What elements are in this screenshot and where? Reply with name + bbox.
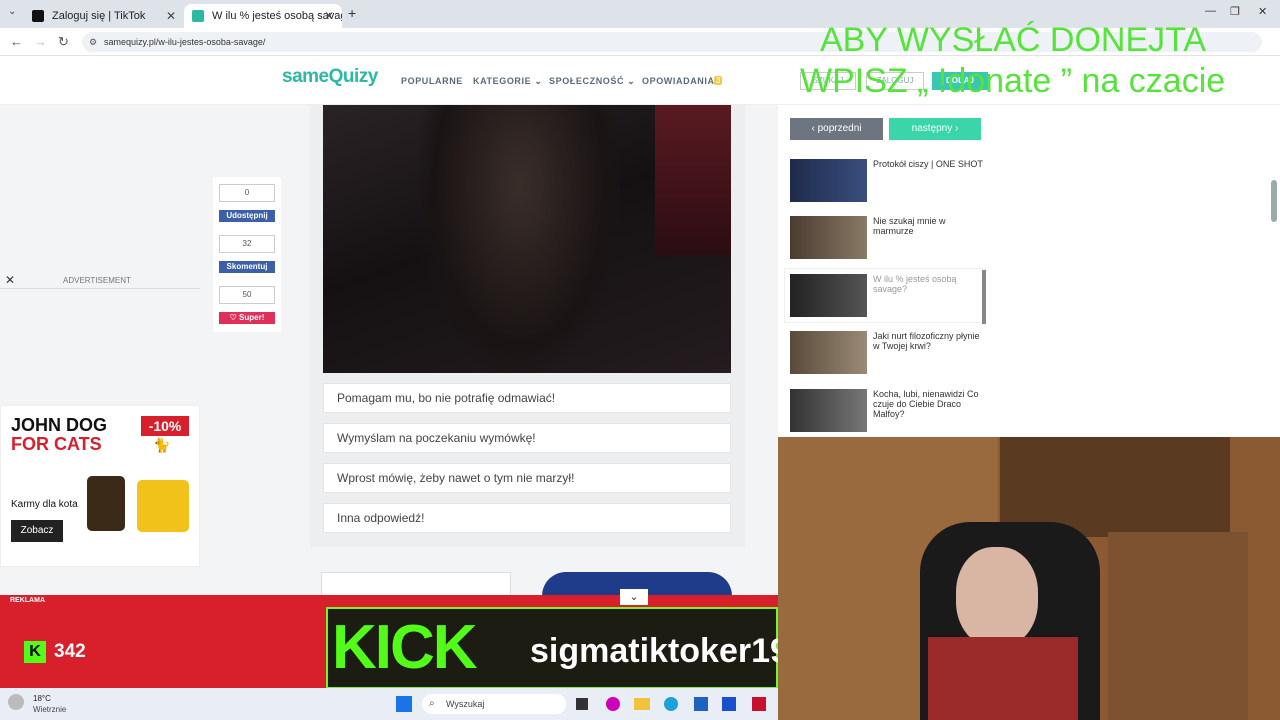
maximize-icon[interactable]: ❐ <box>1230 5 1240 18</box>
menu-item-popularne[interactable]: POPULARNE <box>401 76 463 86</box>
menu-item-opowiadania[interactable]: OPOWIADANIA <box>642 76 715 86</box>
streamer-shirt <box>928 637 1078 720</box>
sidebar-item-5[interactable]: Kocha, lubi, nienawidzi Co czuje do Cieb… <box>873 389 983 419</box>
prev-label: poprzedni <box>817 123 862 134</box>
windows-taskbar <box>0 688 778 720</box>
donate-overlay-line2: WPISZ „ !donate ” na czacie <box>800 62 1226 100</box>
close-tab-icon[interactable]: ✕ <box>324 4 334 28</box>
site-logo[interactable]: sameQuizy <box>282 66 378 88</box>
kick-k-icon: K <box>24 641 46 663</box>
sidebar-item-3[interactable]: W ilu % jesteś osobą savage? <box>873 274 983 294</box>
ad-product-jar-2 <box>137 480 189 532</box>
opowiadania-badge: 3 <box>714 76 723 85</box>
comment-button[interactable]: Skomentuj <box>219 261 275 273</box>
ad-discount-badge: -10% <box>141 416 189 436</box>
answer-option-2[interactable]: Wymyślam na poczekaniu wymówkę! <box>323 423 731 453</box>
next-quiz-button[interactable]: następny › <box>889 118 981 140</box>
sidebar-thumb-3[interactable] <box>790 274 867 317</box>
copilot-icon[interactable] <box>606 697 620 711</box>
question-photo-figure <box>420 105 620 373</box>
tiktok-favicon-icon <box>32 10 44 22</box>
sidebar-item-1[interactable]: Protokół ciszy | ONE SHOT <box>873 159 983 169</box>
answer-option-3[interactable]: Wprost mówię, żeby nawet o tym nie marzy… <box>323 463 731 493</box>
next-label: następny <box>911 123 953 134</box>
sidebar-thumb-5[interactable] <box>790 389 867 432</box>
sidebar-item-2[interactable]: Nie szukaj mnie w marmurze <box>873 216 983 236</box>
close-window-icon[interactable]: ✕ <box>1258 5 1267 18</box>
tab-title: W ilu % jesteś osobą savage? | s... <box>212 10 342 22</box>
answer-option-4[interactable]: Inna odpowiedź! <box>323 503 731 533</box>
taskbar-search-placeholder: Wyszukaj <box>446 699 485 709</box>
ad-divider <box>0 288 200 289</box>
cat-icon: 🐈 <box>153 437 171 453</box>
right-background <box>998 105 1280 437</box>
taskbar-search-input[interactable]: ⌕ Wyszukaj <box>422 694 566 714</box>
ad-product-jar-1 <box>87 476 125 531</box>
ad-brand-line1: JOHN DOG <box>11 415 108 435</box>
page-scrollbar[interactable] <box>1271 180 1277 222</box>
menu-item-kategorie[interactable]: KATEGORIE ⌄ <box>473 76 542 87</box>
sidebar-item-4[interactable]: Jaki nurt filozoficzny płynie w Twojej k… <box>873 331 983 351</box>
tab-title: Zaloguj się | TikTok <box>52 10 146 22</box>
tab-samequizy[interactable]: W ilu % jesteś osobą savage? | s... ✕ <box>184 4 342 28</box>
ad-tagline: Karmy dla kota <box>11 499 78 510</box>
bottom-ad-1[interactable] <box>321 572 511 596</box>
samequizy-favicon-icon <box>192 10 204 22</box>
app-icon[interactable] <box>722 697 736 711</box>
tab-tiktok[interactable]: Zaloguj się | TikTok ✕ <box>24 4 184 28</box>
streamer-head <box>956 547 1038 647</box>
task-view-icon[interactable] <box>576 698 588 710</box>
cabinet-right <box>1108 532 1248 720</box>
weather-temp: 18°C <box>33 694 51 703</box>
new-tab-icon[interactable]: + <box>348 5 356 21</box>
url-text: samequizy.pl/w-ilu-jestes-osoba-savage/ <box>104 37 266 47</box>
close-tab-icon[interactable]: ✕ <box>166 4 176 28</box>
sidebar-thumb-4[interactable] <box>790 331 867 374</box>
answer-option-1[interactable]: Pomagam mu, bo nie potrafię odmawiać! <box>323 383 731 413</box>
super-button[interactable]: ♡ Super! <box>219 312 275 324</box>
prev-quiz-button[interactable]: ‹ poprzedni <box>790 118 883 140</box>
collapse-ad-icon[interactable]: ⌄ <box>620 589 648 605</box>
store-icon[interactable] <box>694 697 708 711</box>
kick-viewer-count: 342 <box>54 641 86 662</box>
kick-logo: KICK <box>332 613 478 682</box>
advertisement-label: ADVERTISEMENT <box>63 276 131 285</box>
webcam-feed <box>778 437 1280 720</box>
sidebar-thumb-1[interactable] <box>790 159 867 202</box>
super-count: 50 <box>219 286 275 304</box>
minimize-icon[interactable]: — <box>1205 5 1216 17</box>
search-icon: ⌕ <box>429 698 435 709</box>
sidebar-thumb-2[interactable] <box>790 216 867 259</box>
sidebar-scrollbar[interactable] <box>982 270 986 324</box>
file-explorer-icon[interactable] <box>634 698 650 710</box>
windows-start-icon[interactable] <box>396 696 412 712</box>
share-count: 0 <box>219 184 275 202</box>
reklama-label: REKLAMA <box>10 597 45 604</box>
share-button[interactable]: Udostępnij <box>219 210 275 222</box>
site-info-icon[interactable]: ⚙ <box>89 32 97 52</box>
tab-list-chevron-icon[interactable]: ⌄ <box>8 6 16 17</box>
kick-badge: K 342 <box>24 641 96 665</box>
weather-icon <box>8 694 24 710</box>
security-icon[interactable] <box>752 697 766 711</box>
forward-icon[interactable]: → <box>34 34 47 49</box>
chevron-right-icon: › <box>952 123 959 134</box>
weather-desc: Wietrznie <box>33 705 67 714</box>
ad-cta-button[interactable]: Zobacz <box>11 520 63 542</box>
back-icon[interactable]: ← <box>10 34 23 49</box>
photo-red-seat <box>655 105 731 255</box>
ad-brand-line2: FOR CATS <box>11 434 102 454</box>
comment-count: 32 <box>219 235 275 253</box>
edge-icon[interactable] <box>664 697 678 711</box>
reload-icon[interactable]: ↻ <box>58 34 69 50</box>
menu-item-spolecznosc[interactable]: SPOŁECZNOŚĆ ⌄ <box>549 76 635 87</box>
donate-overlay-line1: ABY WYSŁAĆ DONEJTA <box>820 21 1207 59</box>
close-ad-icon[interactable]: ✕ <box>5 273 15 287</box>
john-dog-ad[interactable]: JOHN DOG FOR CATS -10% 🐈 Karmy dla kota … <box>0 405 200 567</box>
